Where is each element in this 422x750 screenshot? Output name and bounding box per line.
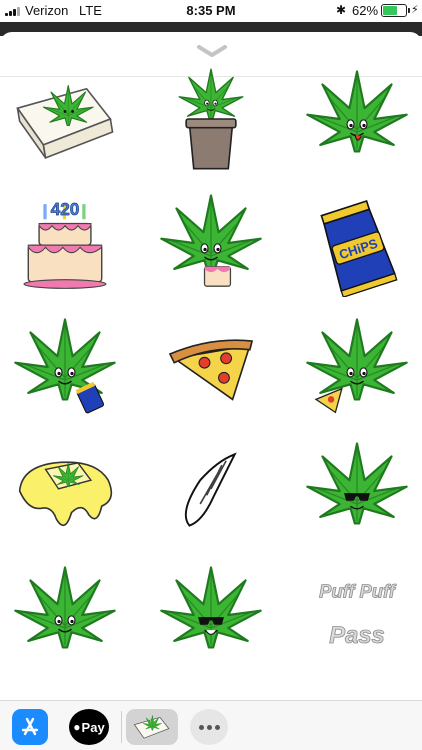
tray-separator [121, 711, 122, 743]
birthday-cake-sticker: 420 [23, 199, 107, 289]
charging-bolt-icon: ⚡ [411, 4, 419, 16]
apple-pay-label: Pay [81, 719, 105, 735]
more-icon-dot [214, 724, 220, 730]
sticker-leaf-sunglasses-smiling[interactable] [146, 556, 276, 674]
apple-pay-button[interactable]: ● Pay [69, 709, 109, 745]
leaf-eating-pizza-sticker [306, 318, 408, 414]
sticker-leaf-eating-cake[interactable] [146, 184, 276, 302]
sticker-rolled-joint[interactable] [146, 432, 276, 550]
leaf-tongue-out-sticker [306, 70, 408, 153]
leaf-eating-chips-sticker [14, 318, 116, 414]
battery-percentage: 62% [352, 3, 379, 18]
sticker-leaf-eating-pizza[interactable] [292, 308, 422, 426]
leaf-eating-cake-sticker [160, 194, 262, 287]
sticker-leaf-in-rolling-paper[interactable] [0, 60, 130, 178]
sticker-pizza-slice[interactable] [146, 308, 276, 426]
svg-text:Puff Puff: Puff Puff [319, 581, 397, 602]
leaf-smiling-sticker [14, 566, 116, 649]
sticker-puff-puff-pass[interactable]: Puff Puff Pass [292, 556, 422, 674]
more-apps-button[interactable] [190, 709, 228, 745]
potted-leaf-sticker [178, 68, 244, 170]
rolling-paper-leaf-sticker [16, 84, 114, 159]
sticker-melted-butter-leaf[interactable] [0, 432, 130, 550]
sticker-leaf-in-flower-pot[interactable] [146, 60, 276, 178]
melted-butter-sticker [18, 461, 113, 527]
leaf-sunglasses-smiling-sticker [160, 566, 262, 649]
sticker-leaf-smiling[interactable] [0, 556, 130, 674]
battery-icon [381, 4, 407, 17]
more-icon-dot [198, 724, 204, 730]
puff-puff-pass-smoke-sticker: Puff Puff Pass [319, 580, 398, 649]
weed-sticker-app-button[interactable] [126, 709, 178, 745]
sticker-420-birthday-cake[interactable]: 420 [0, 184, 130, 302]
sticker-leaf-with-sunglasses[interactable] [292, 432, 422, 550]
sticker-leaf-eating-chips[interactable] [0, 308, 130, 426]
pizza-slice-sticker [168, 339, 254, 401]
app-store-icon [21, 717, 39, 736]
svg-text:Pass: Pass [329, 622, 384, 649]
leaf-sunglasses-sticker [306, 442, 408, 525]
app-store-button[interactable] [12, 709, 48, 745]
imessage-app-tray: ● Pay [0, 700, 422, 750]
apple-icon: ● [73, 720, 81, 734]
more-icon-dot [206, 724, 212, 730]
status-bar: Verizon LTE 8:35 PM ✱ 62% ⚡ [0, 0, 422, 22]
sticker-grid: 420 CHiPS Puff Puff Pass [0, 52, 422, 662]
battery-nub [408, 8, 410, 13]
sticker-leaf-tongue-out[interactable] [292, 60, 422, 178]
cake-420-text: 420 [51, 199, 80, 219]
bluetooth-icon: ✱ [336, 3, 347, 17]
sticker-bag-of-chips[interactable]: CHiPS [292, 184, 422, 302]
rolled-joint-sticker [184, 452, 237, 527]
chips-bag-sticker: CHiPS [320, 199, 398, 297]
weed-sticker-app-icon [133, 715, 170, 739]
